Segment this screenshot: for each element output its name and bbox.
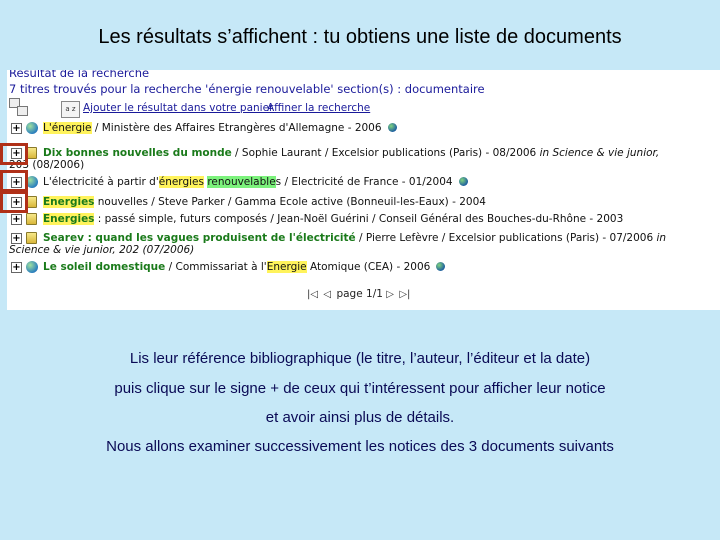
globe-icon bbox=[26, 122, 38, 134]
instruction-line-4: Nous allons examiner successivement les … bbox=[106, 438, 614, 455]
result-title-continuation: Science & vie junior, 202 (07/2006) bbox=[9, 244, 195, 256]
first-page-icon[interactable]: |◁ bbox=[307, 289, 318, 300]
instruction-line-3: et avoir ainsi plus de détails. bbox=[265, 409, 455, 426]
last-page-icon[interactable]: ▷| bbox=[399, 289, 410, 300]
highlight-box bbox=[0, 143, 28, 165]
select-all-icon[interactable] bbox=[9, 98, 29, 116]
web-link-icon[interactable] bbox=[458, 177, 468, 186]
next-page-icon[interactable]: ▷ bbox=[386, 289, 394, 300]
highlight-box bbox=[0, 191, 28, 213]
page-indicator: page 1/1 bbox=[336, 288, 383, 300]
results-summary: 7 titres trouvés pour la recherche 'éner… bbox=[9, 82, 485, 96]
result-title[interactable]: Le soleil domestique / Commissariat à l'… bbox=[43, 261, 446, 274]
result-title[interactable]: Energies : passé simple, futurs composés… bbox=[43, 213, 623, 226]
result-title[interactable]: Energies nouvelles / Steve Parker / Gamm… bbox=[43, 196, 486, 209]
slide-title: Les résultats s’affichent : tu obtiens u… bbox=[98, 26, 622, 48]
globe-icon bbox=[26, 261, 38, 273]
expand-plus-icon[interactable]: + bbox=[11, 123, 22, 134]
result-title[interactable]: L'électricité à partir d'énergies renouv… bbox=[43, 176, 468, 189]
search-results-panel: Résultat de la recherche 7 titres trouvé… bbox=[7, 70, 720, 310]
previous-page-icon[interactable]: ◁ bbox=[323, 289, 331, 300]
pagination: |◁ ◁ page 1/1 ▷ ▷| bbox=[307, 288, 412, 300]
highlight-box bbox=[0, 170, 28, 192]
results-heading: Résultat de la recherche bbox=[9, 70, 150, 80]
instruction-line-2: puis clique sur le signe + de ceux qui t… bbox=[114, 380, 606, 397]
instruction-line-1: Lis leur référence bibliographique (le t… bbox=[129, 350, 591, 367]
expand-plus-icon[interactable]: + bbox=[11, 233, 22, 244]
book-icon bbox=[26, 213, 37, 225]
result-title[interactable]: L'énergie / Ministère des Affaires Etran… bbox=[43, 122, 397, 135]
expand-plus-icon[interactable]: + bbox=[11, 214, 22, 225]
result-title[interactable]: Dix bonnes nouvelles du monde / Sophie L… bbox=[43, 147, 659, 160]
sort-icon[interactable]: a z bbox=[61, 101, 80, 118]
add-to-basket-link[interactable]: Ajouter le résultat dans votre panier bbox=[83, 102, 273, 114]
refine-search-link[interactable]: Affiner la recherche bbox=[267, 102, 370, 114]
book-icon bbox=[26, 232, 37, 244]
expand-plus-icon[interactable]: + bbox=[11, 262, 22, 273]
web-link-icon[interactable] bbox=[387, 123, 397, 132]
web-link-icon[interactable] bbox=[436, 262, 446, 271]
